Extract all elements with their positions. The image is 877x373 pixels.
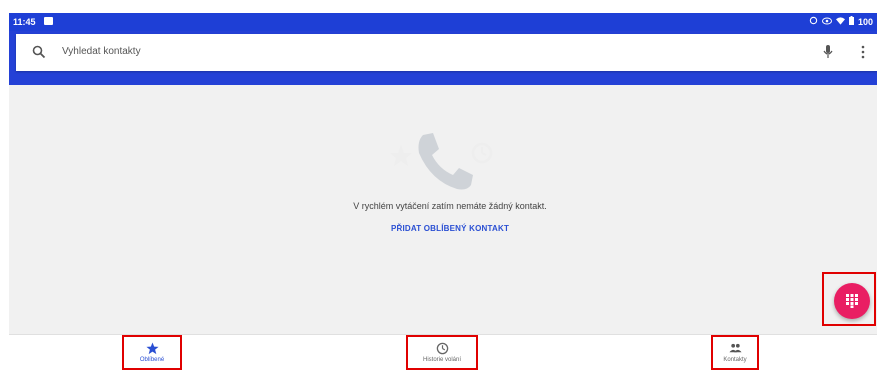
status-time: 11:45 — [13, 17, 36, 27]
dialpad-button[interactable] — [834, 283, 870, 319]
search-input[interactable]: Vyhledat kontakty — [62, 46, 141, 57]
star-icon — [145, 342, 159, 355]
phone-icon — [418, 133, 473, 190]
clock-icon — [436, 342, 449, 355]
clock-icon — [471, 142, 493, 164]
status-icons: 100 — [809, 16, 873, 27]
nav-label-call-history: Historie volání — [422, 357, 461, 363]
nav-label-contacts: Kontakty — [723, 357, 747, 363]
add-favorite-button[interactable]: PŘIDAT OBLÍBENÝ KONTAKT — [340, 224, 560, 233]
eye-icon — [821, 17, 832, 27]
empty-state-illustration — [387, 125, 497, 195]
nav-item-call-history[interactable]: Historie volání — [406, 335, 478, 370]
battery-icon — [848, 16, 854, 27]
star-icon — [390, 145, 412, 166]
more-vert-icon[interactable] — [861, 45, 865, 59]
status-bar: 11:45 100 — [9, 13, 877, 31]
search-bar[interactable]: Vyhledat kontakty — [16, 34, 877, 71]
nav-label-favorites: Oblíbené — [139, 357, 165, 363]
image-icon — [44, 17, 53, 25]
people-icon — [728, 342, 742, 355]
bottom-navigation: Oblíbené Historie volání Kontakty — [9, 334, 877, 373]
mic-icon[interactable] — [822, 44, 834, 60]
alarm-icon — [809, 16, 818, 27]
dialpad-icon — [846, 294, 858, 308]
empty-state-message: V rychlém vytáčení zatím nemáte žádný ko… — [353, 201, 547, 211]
battery-level: 100 — [857, 16, 873, 27]
search-icon[interactable] — [32, 45, 46, 59]
nav-item-contacts[interactable]: Kontakty — [711, 335, 759, 370]
wifi-icon — [835, 16, 845, 27]
nav-item-favorites[interactable]: Oblíbené — [122, 335, 182, 370]
